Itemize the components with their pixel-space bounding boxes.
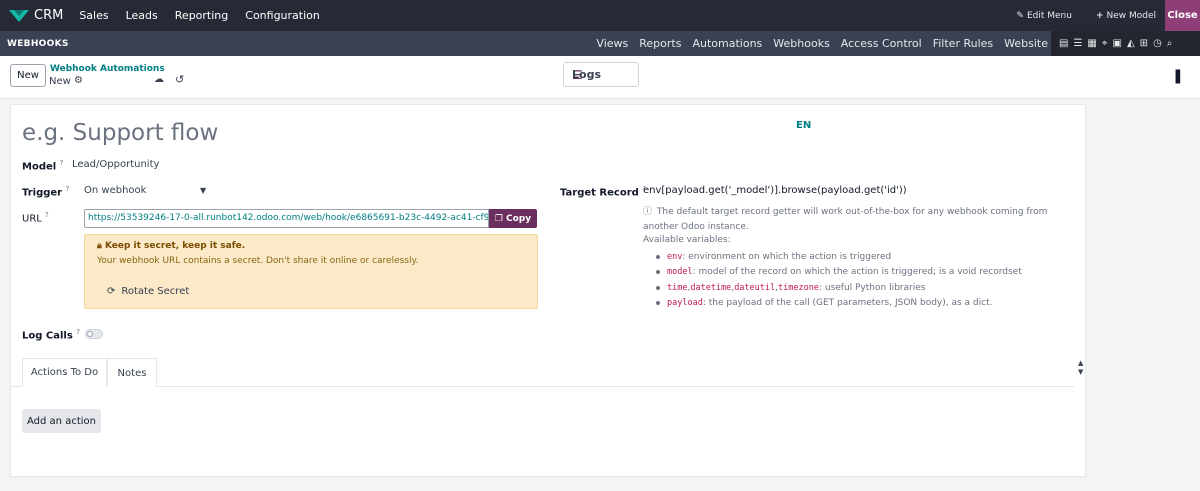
pencil-icon: ✎ xyxy=(1016,10,1024,21)
search-view-icon[interactable]: ⌕ xyxy=(1167,38,1173,49)
target-record-label: Target Record ? xyxy=(560,185,646,199)
info-icon: ⓘ xyxy=(643,207,653,217)
breadcrumb-parent[interactable]: Webhook Automations xyxy=(50,64,165,74)
refresh-icon: ⟳ xyxy=(107,286,116,297)
caret-down-icon[interactable]: ▼ xyxy=(200,186,206,195)
map-view-icon[interactable]: ⌖ xyxy=(1102,38,1108,49)
new-button[interactable]: New xyxy=(10,64,46,87)
plus-icon: + xyxy=(1095,10,1104,21)
vars-list: env: environment on which the action is … xyxy=(656,249,1022,311)
pivot-view-icon[interactable]: ⊞ xyxy=(1140,38,1148,49)
gear-icon[interactable]: ⚙ xyxy=(74,75,83,86)
kanban-view-icon[interactable]: ▦ xyxy=(1087,38,1096,49)
form-sheet: e.g. Support flow EN Model ? Lead/Opport… xyxy=(10,104,1086,477)
model-label: Model ? xyxy=(22,159,64,173)
rotate-secret-button[interactable]: ⟳ Rotate Secret xyxy=(107,286,189,297)
app-name[interactable]: CRM xyxy=(34,8,63,23)
logs-label: Logs xyxy=(572,68,601,81)
close-button[interactable]: Close xyxy=(1165,0,1200,31)
top-navbar: CRM Sales Leads Reporting Configuration … xyxy=(0,0,1200,31)
list-item: payload: the payload of the call (GET pa… xyxy=(656,296,1022,312)
target-record-field[interactable]: env[payload.get('_model')].browse(payloa… xyxy=(643,185,907,196)
help-line-2: another Odoo instance. xyxy=(643,222,749,232)
breadcrumb-current: New xyxy=(49,76,71,87)
tabs-divider xyxy=(11,386,1074,387)
language-button[interactable]: EN xyxy=(796,120,811,131)
lock-icon: 🔒︎ xyxy=(97,241,102,251)
studio-menu-website[interactable]: Website xyxy=(1004,37,1048,50)
new-model-button[interactable]: + New Model xyxy=(1096,11,1156,21)
help-line-1: The default target record getter will wo… xyxy=(656,207,1048,217)
graph-view-icon[interactable]: ◭ xyxy=(1127,38,1135,49)
scroll-arrows[interactable]: ▲ ▼ xyxy=(1078,359,1083,377)
studio-subbar: WEBHOOKS Views Reports Automations Webho… xyxy=(0,31,1200,56)
copy-icon: ❐ xyxy=(494,213,503,224)
menu-leads[interactable]: Leads xyxy=(126,9,158,22)
tab-notes[interactable]: Notes xyxy=(107,358,157,387)
logs-button[interactable]: ☰ Logs xyxy=(563,62,639,87)
warning-text: Your webhook URL contains a secret. Don'… xyxy=(97,256,419,266)
subbar-title: WEBHOOKS xyxy=(7,38,69,49)
rotate-secret-label: Rotate Secret xyxy=(121,286,190,297)
list-item: env: environment on which the action is … xyxy=(656,249,1022,265)
edit-menu-button[interactable]: ✎ Edit Menu xyxy=(1016,11,1072,21)
url-label: URL ? xyxy=(22,211,49,225)
studio-menu-webhooks[interactable]: Webhooks xyxy=(773,37,830,50)
help-marker: ? xyxy=(76,328,80,336)
new-model-label: New Model xyxy=(1106,10,1156,21)
help-marker: ? xyxy=(59,159,64,167)
form-view-icon[interactable]: ▤ xyxy=(1059,38,1068,49)
add-action-button[interactable]: Add an action xyxy=(22,409,101,433)
studio-menu-access-control[interactable]: Access Control xyxy=(841,37,922,50)
view-switcher: ▤ ☰ ▦ ⌖ ▣ ◭ ⊞ ◷ ⌕ xyxy=(1051,31,1200,56)
trigger-select[interactable]: On webhook xyxy=(84,185,146,196)
bookmark-icon[interactable]: ❚ xyxy=(1172,68,1184,84)
studio-menu-reports[interactable]: Reports xyxy=(639,37,681,50)
log-calls-label: Log Calls ? xyxy=(22,328,80,342)
menu-reporting[interactable]: Reporting xyxy=(175,9,228,22)
studio-menu-views[interactable]: Views xyxy=(596,37,628,50)
copy-button[interactable]: ❐ Copy xyxy=(489,209,537,228)
url-field[interactable]: https://53539246-17-0-all.runbot142.odoo… xyxy=(84,209,489,228)
calendar-view-icon[interactable]: ▣ xyxy=(1113,38,1122,49)
activity-view-icon[interactable]: ◷ xyxy=(1153,38,1162,49)
studio-menu-filter-rules[interactable]: Filter Rules xyxy=(933,37,993,50)
menu-configuration[interactable]: Configuration xyxy=(245,9,320,22)
control-panel: New Webhook Automations New ⚙ ☁ ↺ ☰ Logs… xyxy=(0,56,1200,99)
topbar-actions: ✎ Edit Menu + New Model Close xyxy=(1016,0,1200,31)
menu-sales[interactable]: Sales xyxy=(79,9,108,22)
app-logo-icon[interactable] xyxy=(8,9,30,23)
vars-title: Available variables: xyxy=(643,235,731,245)
toggle-knob xyxy=(87,331,93,337)
studio-menu: Views Reports Automations Webhooks Acces… xyxy=(585,31,1048,56)
trigger-label: Trigger ? xyxy=(22,185,70,199)
cloud-upload-icon[interactable]: ☁ xyxy=(154,74,164,85)
undo-icon[interactable]: ↺ xyxy=(175,73,184,86)
secret-warning: 🔒︎ Keep it secret, keep it safe. Your we… xyxy=(84,234,538,309)
list-view-icon[interactable]: ☰ xyxy=(1073,38,1082,49)
list-item: model: model of the record on which the … xyxy=(656,265,1022,281)
log-calls-toggle[interactable] xyxy=(85,329,103,339)
target-help: ⓘ The default target record getter will … xyxy=(643,205,1063,235)
help-marker: ? xyxy=(65,185,70,193)
help-marker: ? xyxy=(45,211,49,219)
edit-menu-label: Edit Menu xyxy=(1026,10,1072,21)
tab-actions-to-do[interactable]: Actions To Do xyxy=(22,358,107,387)
copy-label: Copy xyxy=(505,213,532,224)
studio-menu-automations[interactable]: Automations xyxy=(692,37,762,50)
model-value[interactable]: Lead/Opportunity xyxy=(72,159,159,170)
list-item: time, datetime, dateutil, timezone: usef… xyxy=(656,280,1022,296)
warning-title: 🔒︎ Keep it secret, keep it safe. xyxy=(97,241,246,251)
name-input[interactable]: e.g. Support flow xyxy=(22,120,218,146)
